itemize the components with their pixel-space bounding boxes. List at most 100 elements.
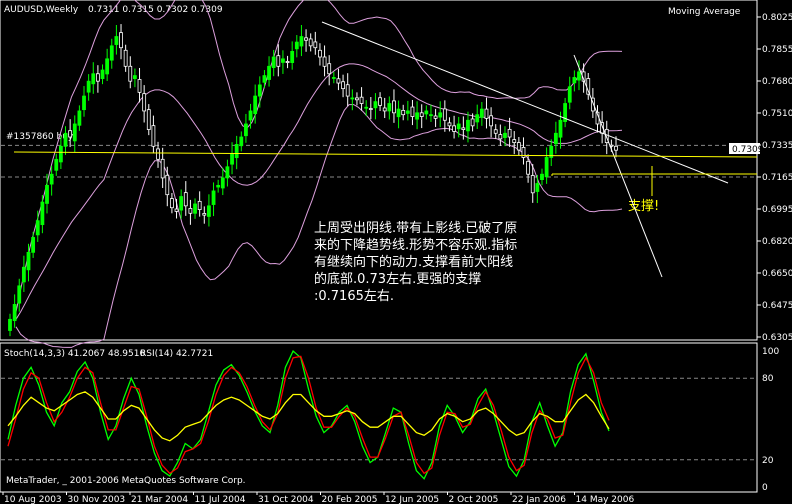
candle-body [479, 108, 484, 118]
candle-body [105, 58, 110, 75]
candle-body [17, 285, 22, 304]
candle-body [512, 139, 517, 143]
y-tick-label: 0.6305 [762, 333, 792, 343]
candle-body [58, 145, 63, 163]
candle-body [239, 136, 244, 147]
candle-body [49, 173, 54, 185]
candle-body [540, 173, 544, 181]
y-tick-label: 0.8025 [762, 13, 792, 23]
candle-body [146, 109, 151, 130]
candle-body [253, 95, 258, 114]
candle-body [211, 190, 216, 205]
candle-body [429, 114, 433, 117]
candle-body [530, 175, 535, 194]
candle-body [114, 36, 119, 45]
candle-body [31, 237, 36, 253]
candle-body [193, 203, 197, 214]
candle-body [526, 160, 531, 175]
candle-body [26, 251, 31, 271]
candle-body [433, 115, 438, 119]
candle-body [267, 65, 271, 80]
candle-body [40, 201, 45, 226]
candle-body [355, 97, 359, 101]
candle-body [174, 208, 179, 212]
annotation-line: 有继续向下的动力.支撑看前大阳线 [314, 254, 513, 270]
candle-body [503, 132, 507, 138]
candle-body [567, 86, 572, 103]
candle-body [304, 37, 308, 41]
candle-body [202, 213, 207, 216]
candle-body [424, 110, 429, 115]
candle-body [262, 75, 267, 83]
candle-body [82, 95, 86, 111]
candle-body [128, 65, 133, 82]
candle-body [447, 122, 452, 127]
candle-body [382, 107, 387, 112]
candle-body [63, 132, 68, 147]
candle-body [572, 77, 577, 84]
stoch-label: Stoch(14,3,3) 41.2067 48.9516 [4, 349, 145, 359]
y-tick-label: 0.7335 [762, 141, 792, 151]
candle-body [86, 80, 91, 93]
candle-body [308, 38, 313, 47]
candle-body [257, 84, 262, 97]
candle-body [392, 100, 396, 114]
price-tag: 0.7309 [732, 145, 764, 155]
candle-body [271, 56, 276, 69]
candle-body [165, 174, 170, 196]
candle-body [179, 196, 184, 211]
candle-body [12, 304, 17, 322]
candle-body [558, 119, 563, 138]
y-tick-label: 0.7855 [762, 45, 792, 55]
chart-canvas[interactable]: AUDUSD,Weekly 0.7311 0.7315 0.7302 0.730… [0, 0, 792, 504]
candle-body [368, 108, 373, 110]
candle-body [327, 63, 332, 75]
candle-body [137, 79, 142, 93]
y-tick-label: 20 [762, 456, 774, 466]
candle-body [170, 198, 174, 209]
candle-body [123, 49, 128, 67]
candle-body [294, 41, 299, 50]
symbol-title: AUDUSD,Weekly [4, 5, 79, 15]
candle-body [197, 200, 202, 210]
candle-body [248, 110, 253, 121]
candle-body [493, 129, 498, 134]
time-axis: 10 Aug 2003 30 Nov 2003 21 Mar 2004 11 Jul … [2, 492, 634, 504]
candle-body [220, 177, 225, 189]
price-axis: 0.8025 0.7855 0.7680 0.7510 0.7335 0.7165 0.69… [757, 13, 792, 493]
indicator-name: Moving Average [668, 7, 741, 17]
candle-body [91, 73, 96, 85]
candle-body [72, 123, 77, 142]
candle-body [285, 61, 290, 63]
candle-body [276, 55, 281, 67]
candle-body [553, 132, 558, 145]
candle-body [438, 112, 443, 118]
ohlc-readout: 0.7311 0.7315 0.7302 0.7309 [88, 5, 223, 15]
candle-body [318, 49, 322, 58]
y-tick-label: 0.6820 [762, 237, 792, 247]
annotation-line: 的底部.0.73左右.更强的支撑 [314, 271, 481, 287]
candle-body [498, 134, 503, 140]
candle-body [345, 84, 350, 97]
x-tick-label: 2 Oct 2005 [449, 495, 499, 504]
y-tick-label: 0.7680 [762, 77, 792, 87]
candle-body [35, 220, 40, 236]
annotation-line: 来的下降趋势线.形势不容乐观.指标 [314, 237, 517, 253]
candle-body [77, 110, 82, 126]
x-tick-label: 10 Aug 2003 [4, 495, 62, 504]
x-tick-label: 31 Oct 2004 [258, 495, 314, 504]
candle-body [45, 184, 49, 204]
candle-body [8, 318, 12, 331]
candle-body [68, 130, 73, 138]
candle-body [516, 142, 521, 151]
y-tick-label: 0 [762, 483, 768, 493]
annotation-line: 上周受出阴线.带有上影线.已破了原 [314, 221, 517, 236]
candle-body [142, 93, 147, 112]
candle-body [109, 45, 114, 61]
copyright-text: MetaTrader, _ 2001-2006 MetaQuotes Softw… [6, 476, 246, 486]
candle-body [535, 183, 540, 192]
candle-body [484, 108, 489, 119]
candle-body [290, 51, 295, 63]
candle-body [133, 75, 137, 79]
candle-body [470, 118, 475, 127]
